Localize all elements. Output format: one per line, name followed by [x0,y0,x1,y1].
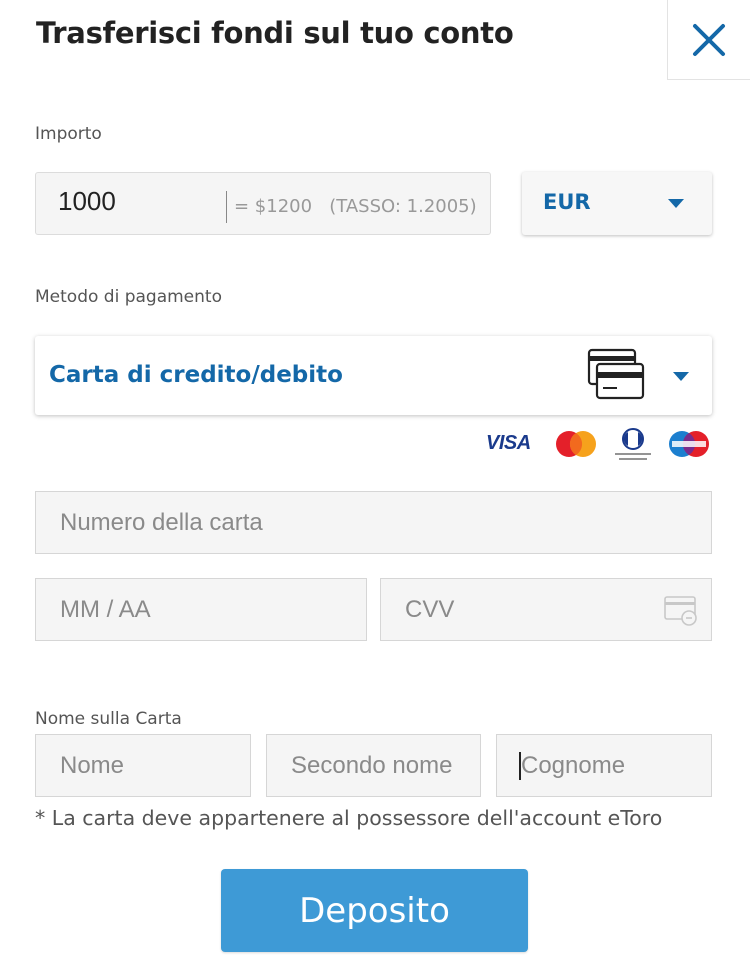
close-button[interactable] [667,0,750,80]
card-name-label: Nome sulla Carta [35,709,182,729]
close-icon [693,23,725,56]
cvv-card-icon [664,596,697,626]
card-owner-note: * La carta deve appartenere al possessor… [35,806,663,830]
diners-club-logo [615,428,651,460]
first-name-input[interactable] [35,734,251,797]
last-name-input[interactable] [496,734,712,797]
text-caret [519,752,521,780]
deposit-button[interactable]: Deposito [221,869,528,952]
currency-select[interactable]: EUR [522,172,712,235]
amount-label: Importo [35,124,102,144]
amount-conversion: = $1200 (TASSO: 1.2005) [234,196,477,217]
maestro-logo [669,431,709,457]
card-number-input[interactable] [35,491,712,554]
card-cvv-input[interactable] [380,578,712,641]
visa-logo: VISA [486,432,531,454]
payment-method-value: Carta di credito/debito [49,362,343,388]
chevron-down-icon [668,199,684,208]
page-title: Trasferisci fondi sul tuo conto [36,16,514,50]
card-expiry-input[interactable] [35,578,367,641]
credit-cards-icon [587,348,645,400]
payment-method-label: Metodo di pagamento [35,287,222,307]
chevron-down-icon [673,372,689,381]
amount-value: 1000 [58,186,116,216]
mastercard-logo [556,431,596,457]
middle-name-input[interactable] [266,734,481,797]
amount-divider [226,191,227,223]
amount-input[interactable]: 1000 = $1200 (TASSO: 1.2005) [35,172,491,235]
payment-method-select[interactable]: Carta di credito/debito [35,336,712,415]
currency-value: EUR [543,190,591,214]
